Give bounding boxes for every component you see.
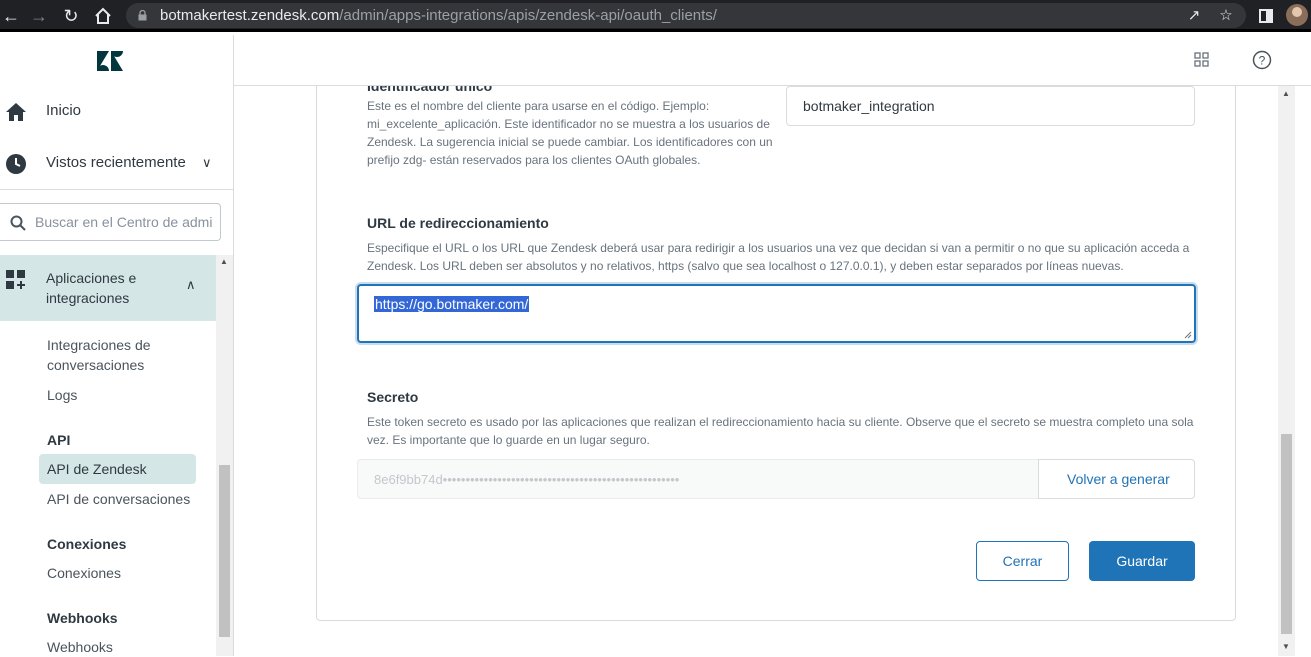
nav-home[interactable]: Inicio (0, 92, 233, 132)
chevron-up-icon: ∧ (186, 277, 196, 292)
secret-label: Secreto (367, 389, 419, 405)
sidebar-search-input[interactable]: Buscar en el Centro de admi (0, 203, 221, 241)
save-button[interactable]: Guardar (1089, 541, 1195, 581)
section-api: API (47, 432, 71, 448)
browser-toolbar: ← → ↻ botmakertest.zendesk.com/admin/app… (0, 0, 1311, 32)
resize-grip-icon[interactable] (1184, 331, 1192, 339)
nav-apps-integrations[interactable]: Aplicaciones e integraciones ∧ (0, 255, 216, 321)
main-scrollbar[interactable]: ▲ ▼ (1278, 86, 1295, 656)
redirect-url-value: https://go.botmaker.com/ (374, 296, 530, 312)
nav-api-zendesk[interactable]: API de Zendesk (47, 459, 147, 479)
back-icon[interactable]: ← (0, 5, 22, 27)
clock-icon (6, 154, 26, 174)
search-icon (10, 215, 26, 231)
search-placeholder: Buscar en el Centro de admi (35, 214, 213, 230)
secret-value: 8e6f9bb74d••••••••••••••••••••••••••••••… (374, 472, 680, 487)
lock-icon (138, 10, 147, 21)
chevron-down-icon: ∨ (202, 155, 212, 170)
profile-avatar[interactable] (1286, 4, 1308, 26)
scroll-down-icon[interactable]: ▼ (1282, 642, 1290, 651)
sidebar-scrollbar[interactable]: ▲ (216, 255, 233, 656)
sidebar-divider (0, 189, 233, 190)
address-bar[interactable]: botmakertest.zendesk.com/admin/apps-inte… (126, 3, 1246, 28)
svg-text:?: ? (1259, 54, 1266, 68)
share-icon[interactable]: ↗ (1184, 6, 1204, 26)
sidebar-scroll-thumb[interactable] (219, 465, 230, 637)
identifier-label: Identificador único (367, 86, 493, 94)
nav-apps-label: Aplicaciones e integraciones (46, 270, 137, 306)
nav-connections[interactable]: Conexiones (47, 563, 121, 583)
regenerate-button[interactable]: Volver a generar (1038, 459, 1195, 499)
redirect-url-textarea[interactable]: https://go.botmaker.com/ (357, 284, 1196, 343)
nav-webhooks[interactable]: Webhooks (47, 637, 113, 657)
nav-api-conversations[interactable]: API de conversaciones (47, 489, 190, 509)
nav-recent[interactable]: Vistos recientemente ∨ (0, 144, 233, 184)
identifier-description: Este es el nombre del cliente para usars… (367, 99, 773, 167)
redirect-url-label: URL de redireccionamiento (367, 215, 549, 231)
section-webhooks: Webhooks (47, 610, 118, 626)
main-scroll-thumb[interactable] (1281, 434, 1292, 634)
zendesk-logo[interactable] (96, 50, 124, 72)
home-nav-icon (6, 103, 26, 121)
redirect-url-description: Especifique el URL o los URL que Zendesk… (367, 241, 1190, 273)
products-grid-icon[interactable] (1192, 50, 1212, 70)
nav-conversation-integrations[interactable]: Integraciones de conversaciones (47, 335, 151, 375)
oauth-client-form: Identificador único Este es el nombre de… (316, 86, 1236, 621)
nav-logs[interactable]: Logs (47, 385, 77, 405)
star-icon[interactable]: ☆ (1216, 6, 1236, 26)
top-header: ? (234, 35, 1311, 86)
identifier-input[interactable]: botmaker_integration (786, 86, 1195, 126)
sidebar-toggle-icon[interactable] (1256, 6, 1276, 26)
secret-description: Este token secreto es usado por las apli… (367, 415, 1194, 447)
nav-recent-label: Vistos recientemente (46, 154, 186, 171)
reload-icon[interactable]: ↻ (60, 5, 82, 27)
section-connections: Conexiones (47, 536, 127, 552)
main-content: Identificador único Este es el nombre de… (234, 86, 1278, 656)
close-button[interactable]: Cerrar (976, 541, 1069, 581)
admin-sidebar: Inicio Vistos recientemente ∨ Buscar en … (0, 35, 234, 656)
apps-icon (6, 270, 25, 289)
nav-home-label: Inicio (46, 102, 82, 119)
scroll-up-icon[interactable]: ▲ (1282, 89, 1290, 98)
home-icon[interactable] (92, 5, 114, 27)
forward-icon[interactable]: → (28, 5, 50, 27)
help-icon[interactable]: ? (1252, 50, 1272, 70)
url-text: botmakertest.zendesk.com/admin/apps-inte… (160, 7, 717, 24)
scroll-up-icon[interactable]: ▲ (220, 257, 228, 266)
